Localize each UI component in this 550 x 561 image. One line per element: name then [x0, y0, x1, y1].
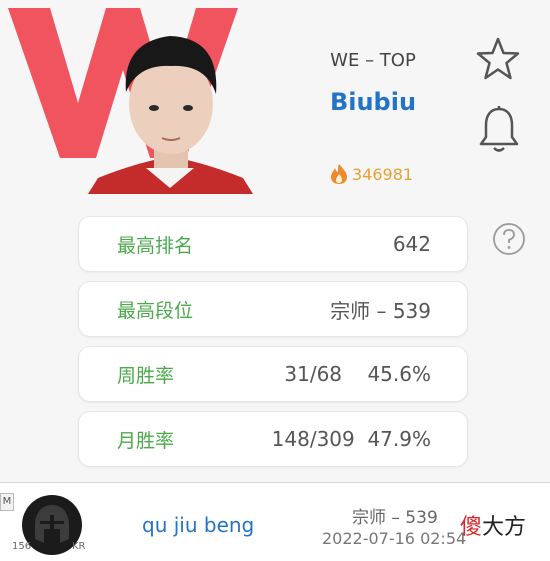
match-timestamp: 2022-07-16 02:54 — [322, 529, 467, 548]
summoner-name[interactable]: qu jiu beng — [142, 513, 254, 537]
stat-value: 31/68 45.6% — [284, 362, 431, 386]
player-name: Biubiu — [329, 88, 417, 116]
mode-badge: M — [0, 493, 14, 511]
stat-label: 最高排名 — [117, 234, 194, 257]
stat-label: 最高段位 — [117, 299, 194, 322]
heat-value: 346981 — [352, 164, 414, 184]
help-icon[interactable] — [492, 222, 526, 256]
stat-label: 月胜率 — [117, 429, 175, 452]
player-photo — [88, 36, 253, 194]
stat-label: 周胜率 — [117, 364, 175, 387]
stat-card-monthly-winrate: 月胜率 148/309 47.9% — [78, 411, 468, 467]
stat-value: 宗师 – 539 — [330, 298, 431, 323]
team-position: WE – TOP — [330, 50, 416, 71]
region-tag: KR — [72, 541, 86, 552]
star-icon[interactable] — [474, 36, 522, 82]
stat-value: 148/309 47.9% — [271, 427, 431, 451]
stat-value: 642 — [392, 232, 431, 256]
match-row[interactable]: M 156 KR qu jiu beng 宗师 – 539 2022-07-16… — [0, 483, 550, 561]
stat-card-highest-rank: 最高排名 642 — [78, 216, 468, 272]
flame-icon — [331, 164, 347, 184]
stat-card-weekly-winrate: 周胜率 31/68 45.6% — [78, 346, 468, 402]
summoner-rank: 宗师 – 539 — [352, 508, 438, 528]
summoner-level: 156 — [12, 541, 32, 552]
stat-card-highest-tier: 最高段位 宗师 – 539 — [78, 281, 468, 337]
bell-icon[interactable] — [476, 104, 522, 154]
heat-score: 346981 — [330, 163, 413, 185]
watermark: 傻大方 — [460, 515, 527, 540]
